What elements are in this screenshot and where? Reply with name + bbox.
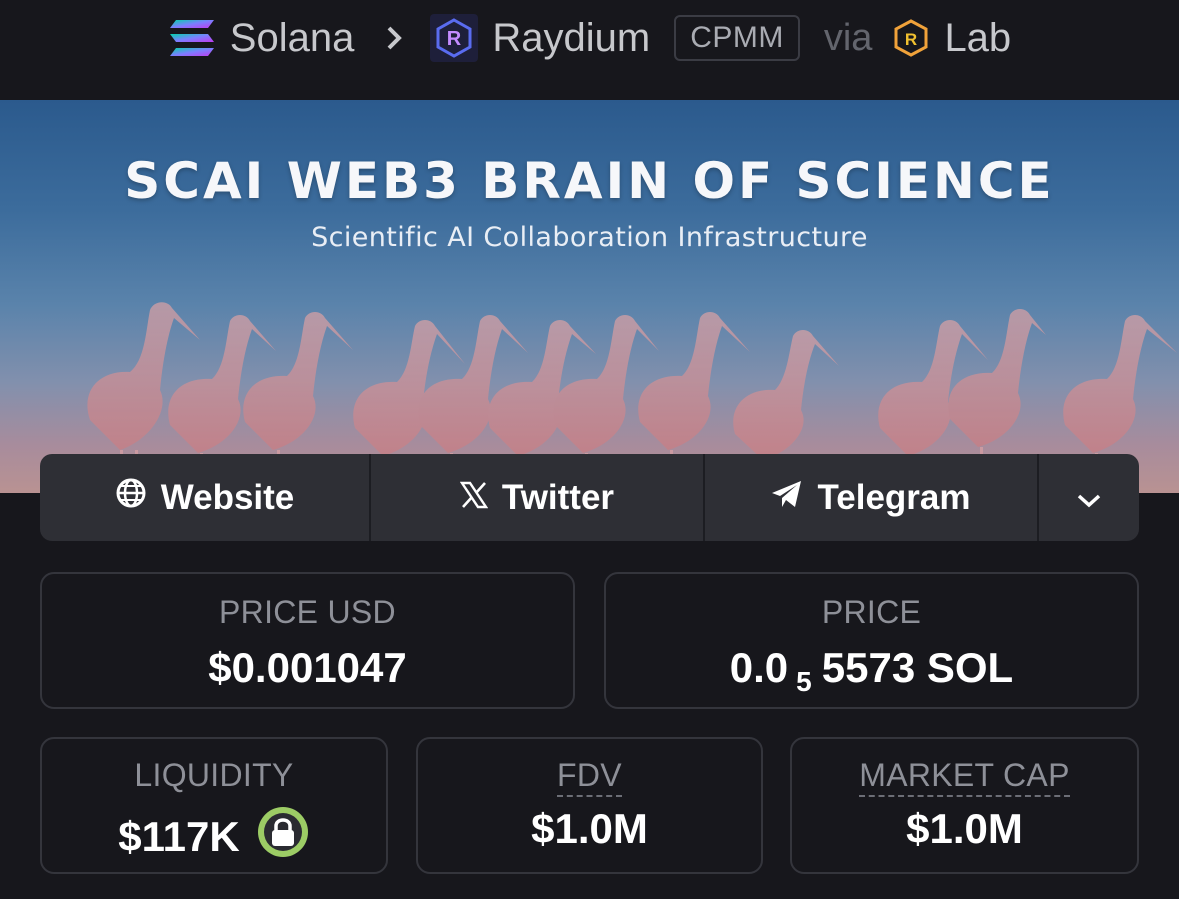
market-cap-label[interactable]: MARKET CAP — [859, 757, 1070, 797]
token-page: Solana R Raydium CPMM via R Lab SCAI WEB… — [0, 0, 1179, 899]
website-link-button[interactable]: Website — [40, 454, 371, 541]
price-native-prefix: 0.0 — [729, 644, 789, 691]
liquidity-value: $117K — [118, 813, 240, 860]
telegram-link-label: Telegram — [817, 477, 971, 517]
globe-icon — [115, 477, 147, 518]
liquidity-card: LIQUIDITY $117K — [40, 737, 388, 874]
svg-text:R: R — [905, 30, 917, 49]
chevron-right-icon — [384, 23, 404, 53]
telegram-link-button[interactable]: Telegram — [705, 454, 1039, 541]
banner-subtitle: Scientific AI Collaboration Infrastructu… — [311, 222, 868, 253]
price-usd-label: PRICE USD — [219, 594, 396, 630]
chevron-down-icon — [1076, 478, 1102, 518]
price-native-card: PRICE 0.0 5 5573 SOL — [604, 572, 1139, 709]
breadcrumb-launchpad[interactable]: R Lab — [892, 16, 1011, 61]
dex-name: Raydium — [492, 15, 651, 60]
twitter-link-button[interactable]: Twitter — [371, 454, 705, 541]
fdv-label[interactable]: FDV — [557, 757, 622, 797]
more-links-button[interactable] — [1039, 454, 1139, 541]
solana-logo-icon — [168, 18, 216, 58]
breadcrumb: Solana R Raydium CPMM via R Lab — [0, 0, 1179, 100]
telegram-icon — [771, 478, 803, 518]
banner-title: SCAI WEB3 BRAIN OF SCIENCE — [124, 152, 1055, 210]
liquidity-label: LIQUIDITY — [134, 757, 294, 793]
breadcrumb-chain[interactable]: Solana — [168, 15, 355, 61]
market-cap-card: MARKET CAP $1.0M — [790, 737, 1139, 874]
x-logo-icon — [459, 478, 489, 518]
price-native-value: 0.0 5 5573 SOL — [606, 644, 1137, 697]
price-native-zero-count: 5 — [796, 666, 812, 697]
raydium-logo-icon: R — [430, 14, 479, 62]
website-link-label: Website — [160, 477, 295, 517]
lock-icon[interactable] — [256, 805, 310, 869]
liquidity-value-row: $117K — [42, 805, 386, 869]
fdv-card: FDV $1.0M — [416, 737, 763, 874]
twitter-link-label: Twitter — [501, 477, 615, 517]
launchpad-name: Lab — [944, 15, 1012, 60]
social-links-bar: Website Twitter Telegram — [40, 454, 1139, 541]
pool-type-badge: CPMM — [674, 15, 800, 61]
via-label: via — [823, 16, 873, 59]
token-banner: SCAI WEB3 BRAIN OF SCIENCE Scientific AI… — [0, 100, 1179, 493]
price-usd-value: $0.001047 — [208, 644, 407, 691]
market-cap-value: $1.0M — [906, 805, 1023, 852]
raydium-lab-icon: R — [892, 18, 930, 58]
fdv-value: $1.0M — [531, 805, 648, 852]
breadcrumb-dex[interactable]: R Raydium — [430, 14, 650, 62]
chain-name: Solana — [229, 15, 355, 60]
price-native-suffix: 5573 SOL — [821, 644, 1014, 691]
svg-text:R: R — [447, 28, 462, 50]
price-native-label: PRICE — [821, 594, 922, 630]
price-usd-card: PRICE USD $0.001047 — [40, 572, 575, 709]
